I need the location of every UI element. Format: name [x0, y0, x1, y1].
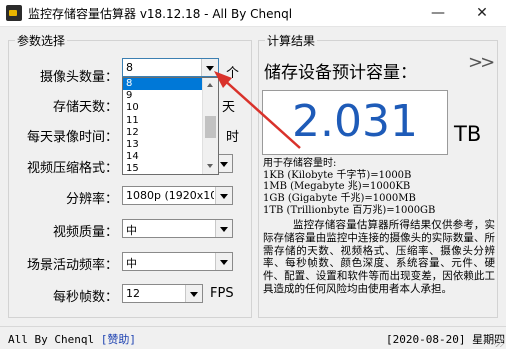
- chevron-down-icon[interactable]: [215, 187, 232, 204]
- status-date: [2020-08-20] 星期四: [386, 333, 506, 346]
- result-unit: TB: [454, 122, 482, 146]
- dropdown-option[interactable]: 13: [123, 139, 203, 151]
- result-legend: 计算结果: [267, 34, 316, 48]
- dropdown-scrollbar[interactable]: [202, 78, 218, 174]
- minimize-button[interactable]: —: [416, 0, 460, 26]
- dropdown-list[interactable]: 8 9 10 11 12 13 14 15: [123, 78, 203, 174]
- camera-count-select[interactable]: 8: [122, 58, 219, 77]
- chevron-down-icon[interactable]: [215, 253, 232, 270]
- result-value: 2.031: [292, 96, 418, 147]
- unit-line: 1KB (Kilobyte 千字节)=1000B: [263, 169, 412, 181]
- fps-label: 每秒帧数：: [52, 290, 118, 305]
- dropdown-option[interactable]: 8: [123, 78, 203, 91]
- dropdown-option[interactable]: 15: [123, 163, 203, 174]
- fps-unit: FPS: [210, 286, 234, 301]
- camera-count-dropdown[interactable]: 8 9 10 11 12 13 14 15: [122, 77, 219, 175]
- disclaimer-text: 监控存储容量估算器所得结果仅供参考，实际存储容量由监控中连接的摄像头的实际数量、…: [263, 219, 495, 295]
- unit-info: 用于存储容量时: 1KB (Kilobyte 千字节)=1000B 1MB (M…: [263, 158, 495, 217]
- codec-label: 视频压缩格式：: [26, 161, 118, 176]
- storage-days-unit: 天: [222, 100, 236, 115]
- dropdown-option[interactable]: 11: [123, 115, 203, 127]
- result-display: 2.031: [262, 90, 448, 155]
- scene-value: 中: [126, 257, 137, 270]
- chevron-down-icon[interactable]: [185, 285, 202, 302]
- unit-line: 1TB (Trillionbyte 百万兆)=1000GB: [263, 204, 436, 216]
- camera-count-unit: 个: [226, 66, 240, 81]
- storage-days-label: 存储天数：: [52, 100, 118, 115]
- result-heading: 储存设备预计容量：: [264, 63, 417, 83]
- resolution-label: 分辨率：: [65, 192, 118, 207]
- chevron-down-icon[interactable]: [201, 59, 218, 76]
- resolution-value: 1080p (1920x1080): [126, 189, 214, 202]
- dropdown-option[interactable]: 14: [123, 151, 203, 163]
- dropdown-option[interactable]: 10: [123, 102, 203, 114]
- daily-hours-unit: 时: [226, 130, 240, 145]
- dropdown-option[interactable]: 12: [123, 127, 203, 139]
- dropdown-option[interactable]: 9: [123, 90, 203, 102]
- double-chevron-right-icon[interactable]: >>: [468, 52, 495, 73]
- scene-select[interactable]: 中: [122, 252, 233, 271]
- camera-count-label: 摄像头数量：: [39, 70, 118, 85]
- chevron-down-icon[interactable]: [215, 220, 232, 237]
- scroll-up-icon[interactable]: [207, 83, 213, 87]
- params-legend: 参数选择: [17, 34, 66, 48]
- window-title: 监控存储容量估算器 v18.12.18 - All By Chenql: [28, 7, 293, 21]
- unit-line: 1GB (Gigabyte 千兆)=1000MB: [263, 193, 416, 205]
- fps-value: 12: [126, 287, 140, 300]
- unit-info-title: 用于存储容量时:: [263, 158, 337, 169]
- resolution-select[interactable]: 1080p (1920x1080): [122, 186, 233, 205]
- scene-label: 场景活动频率：: [26, 258, 118, 273]
- status-author: All By Chenql: [8, 333, 95, 346]
- scroll-down-icon[interactable]: [207, 164, 213, 168]
- close-button[interactable]: ✕: [460, 0, 504, 26]
- help-link[interactable]: [赞助]: [101, 333, 136, 346]
- status-bar: All By Chenql [赞助] [2020-08-20] 星期四: [0, 326, 506, 349]
- status-author-area: All By Chenql [赞助]: [8, 331, 136, 347]
- fps-select[interactable]: 12: [122, 284, 203, 303]
- title-bar: 监控存储容量估算器 v18.12.18 - All By Chenql — ✕: [0, 0, 506, 27]
- daily-hours-label: 每天录像时间：: [26, 130, 118, 145]
- camera-count-value: 8: [126, 61, 133, 74]
- scroll-thumb[interactable]: [205, 116, 216, 138]
- quality-select[interactable]: 中: [122, 219, 233, 238]
- unit-line: 1MB (Megabyte 兆)=1000KB: [263, 181, 411, 193]
- resize-grip[interactable]: [494, 337, 504, 347]
- quality-label: 视频质量：: [52, 225, 118, 240]
- app-icon: [6, 5, 22, 21]
- quality-value: 中: [126, 224, 137, 237]
